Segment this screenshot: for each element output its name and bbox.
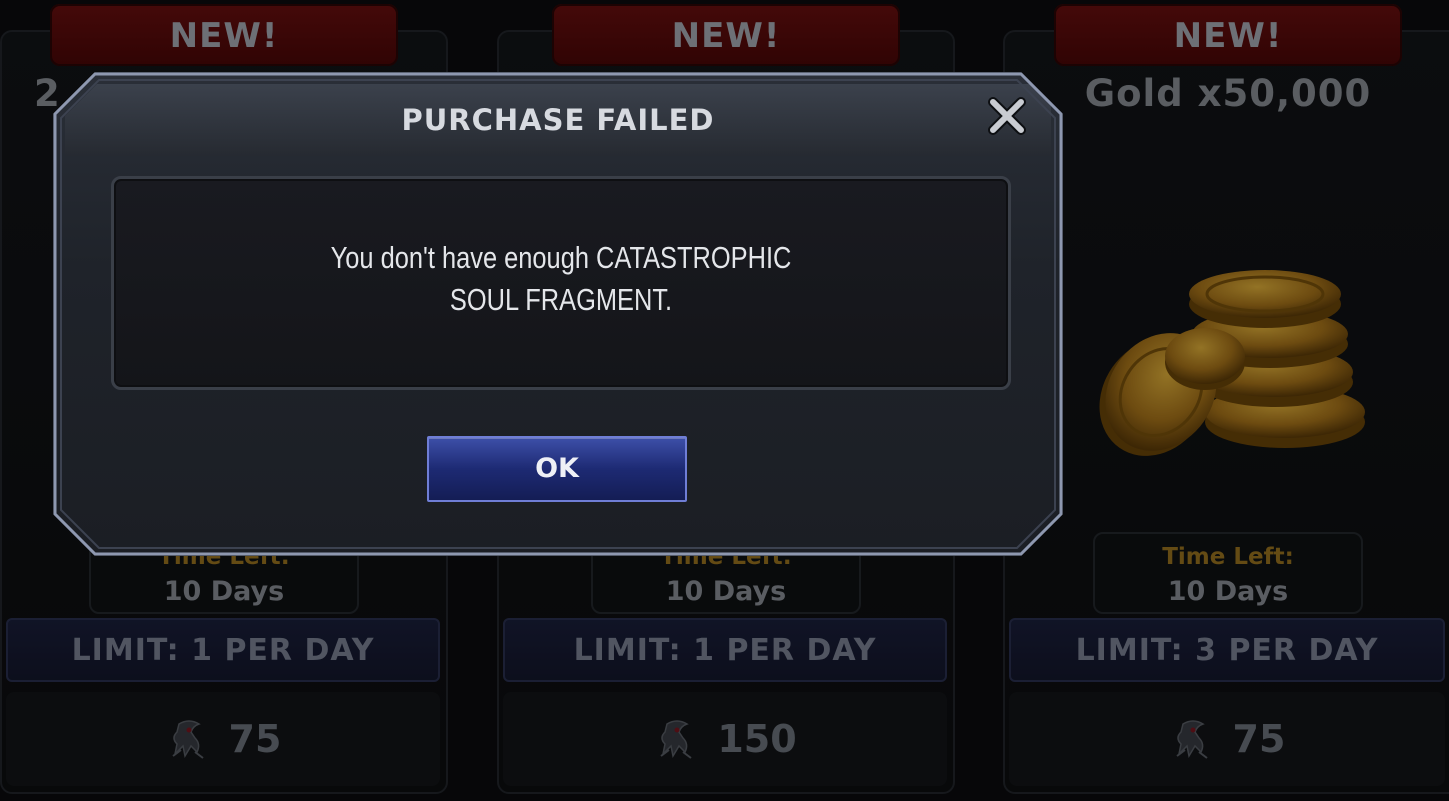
dialog-frame [53, 72, 1063, 556]
